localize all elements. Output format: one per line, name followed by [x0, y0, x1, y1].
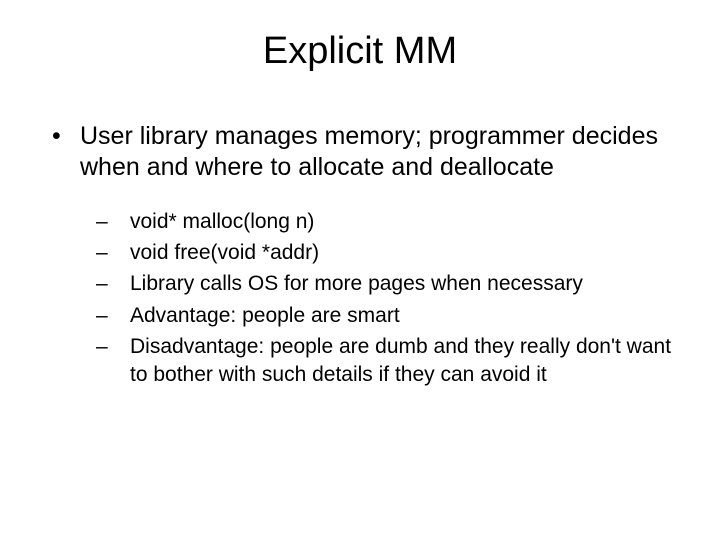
slide-title: Explicit MM — [40, 30, 680, 73]
bullet-marker: • — [52, 121, 80, 184]
dash-icon: – — [96, 208, 130, 236]
bullet-item: • User library manages memory; programme… — [52, 121, 680, 184]
list-item: – Advantage: people are smart — [96, 302, 680, 330]
sub-list: – void* malloc(long n) – void free(void … — [96, 208, 680, 390]
list-item: – Library calls OS for more pages when n… — [96, 270, 680, 298]
dash-icon: – — [96, 270, 130, 298]
dash-icon: – — [96, 302, 130, 330]
list-item-text: void free(void *addr) — [130, 239, 680, 267]
list-item-text: Advantage: people are smart — [130, 302, 680, 330]
list-item-text: void* malloc(long n) — [130, 208, 680, 236]
dash-icon: – — [96, 333, 130, 390]
list-item: – void* malloc(long n) — [96, 208, 680, 236]
bullet-text: User library manages memory; programmer … — [80, 121, 680, 184]
slide: Explicit MM • User library manages memor… — [0, 0, 720, 540]
list-item: – void free(void *addr) — [96, 239, 680, 267]
dash-icon: – — [96, 239, 130, 267]
list-item-text: Library calls OS for more pages when nec… — [130, 270, 680, 298]
list-item-text: Disadvantage: people are dumb and they r… — [130, 333, 680, 390]
list-item: – Disadvantage: people are dumb and they… — [96, 333, 680, 390]
